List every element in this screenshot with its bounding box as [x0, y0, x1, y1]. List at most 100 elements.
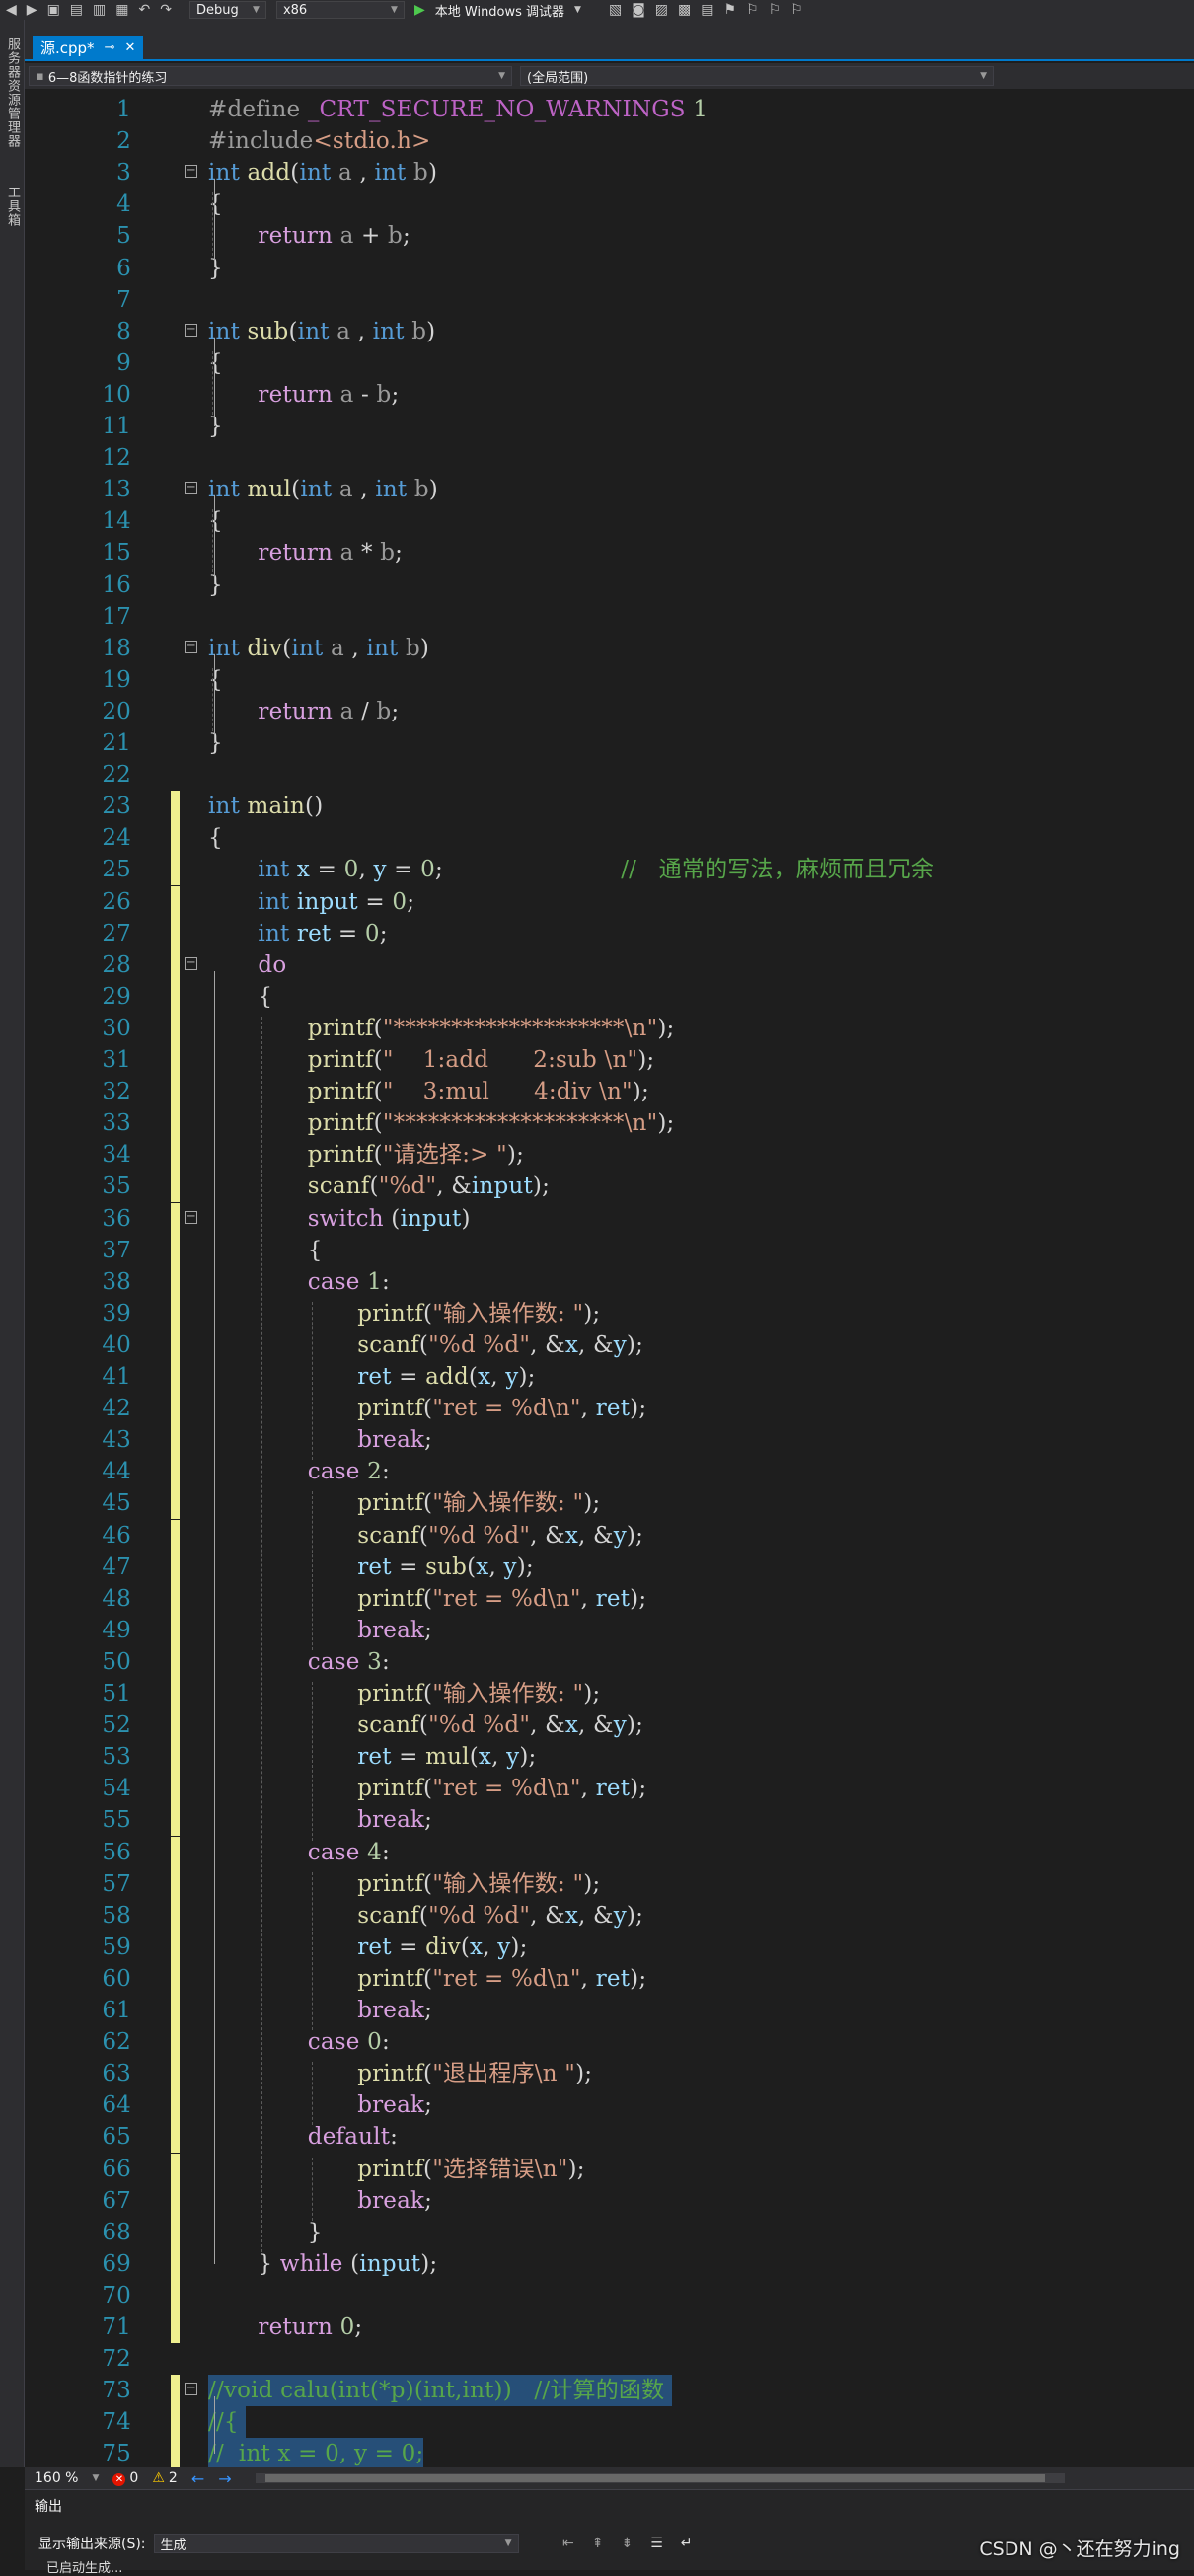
code-line[interactable]: 22 [25, 759, 1194, 791]
find-message-icon[interactable]: ⇤ [562, 2536, 574, 2551]
code-line[interactable]: 23 int main() [25, 791, 1194, 823]
code-line[interactable]: 46 scanf("%d %d", &x, &y); [25, 1519, 1194, 1552]
code-line[interactable]: 63 printf("退出程序\n "); [25, 2058, 1194, 2090]
code-line[interactable]: 11} [25, 411, 1194, 442]
scope-select[interactable]: (全局范围) ▼ [520, 66, 994, 86]
code-line[interactable]: 8− int sub(int a , int b) [25, 316, 1194, 347]
code-line[interactable]: 26 int input = 0; [25, 885, 1194, 918]
code-line[interactable]: 19 { [25, 664, 1194, 696]
code-line[interactable]: 48 printf("ret = %d\n", ret); [25, 1582, 1194, 1615]
code-line[interactable]: 53 ret = mul(x, y); [25, 1741, 1194, 1774]
bookmark-icon[interactable]: ⚑ [724, 1, 737, 19]
code-line[interactable]: 3 − int add(int a , int b) [25, 157, 1194, 189]
code-line[interactable]: 38 case 1: [25, 1265, 1194, 1298]
code-line[interactable]: 57 printf("输入操作数: "); [25, 1867, 1194, 1900]
nav-back-icon[interactable]: ← [191, 2469, 204, 2488]
code-line[interactable]: 54 printf("ret = %d\n", ret); [25, 1773, 1194, 1805]
code-line[interactable]: 16} [25, 569, 1194, 601]
code-line[interactable]: 72 [25, 2343, 1194, 2375]
nav-forward-icon[interactable]: → [218, 2469, 231, 2488]
code-line[interactable]: 24 { [25, 822, 1194, 855]
code-line[interactable]: 18 − int div(int a , int b) [25, 633, 1194, 664]
code-line[interactable]: 17 [25, 601, 1194, 633]
code-line[interactable]: 4{ [25, 189, 1194, 220]
collapse-icon[interactable]: − [185, 481, 197, 495]
scrollbar-thumb[interactable] [264, 2474, 1045, 2482]
start-debug-icon[interactable]: ▶ [414, 1, 425, 19]
code-line[interactable]: 10 return a - b; [25, 379, 1194, 411]
code-line[interactable]: 66 printf("选择错误\n"); [25, 2153, 1194, 2185]
code-line[interactable]: 47 ret = sub(x, y); [25, 1551, 1194, 1583]
code-line[interactable]: 65 default: [25, 2121, 1194, 2154]
next-bookmark-icon[interactable]: ⚐ [769, 1, 782, 19]
undo-icon[interactable]: ↶ [139, 1, 151, 19]
open-file-icon[interactable]: ▤ [70, 1, 83, 19]
code-line[interactable]: 74//{ [25, 2406, 1194, 2439]
code-line[interactable]: 40 scanf("%d %d", &x, &y); [25, 1328, 1194, 1361]
code-line[interactable]: 15 return a * b; [25, 537, 1194, 568]
collapse-icon[interactable]: − [185, 323, 197, 337]
code-line[interactable]: 30 printf("********************\n"); [25, 1012, 1194, 1044]
output-source-select[interactable]: 生成 ▼ [153, 2534, 519, 2553]
code-line[interactable]: 31 printf(" 1:add 2:sub \n"); [25, 1044, 1194, 1076]
code-line[interactable]: 61 break; [25, 1995, 1194, 2026]
comment-icon[interactable]: ▤ [701, 1, 713, 19]
pin-icon[interactable]: ⊸ [105, 40, 115, 55]
code-line[interactable]: 52 scanf("%d %d", &x, &y); [25, 1709, 1194, 1742]
chevron-down-icon[interactable]: ▼ [574, 1, 581, 19]
code-line[interactable]: 42 printf("ret = %d\n", ret); [25, 1393, 1194, 1425]
back-icon[interactable]: ◀ [6, 1, 17, 19]
code-line[interactable]: 13 − int mul(int a , int b) [25, 474, 1194, 505]
tab-source-file[interactable]: 源.cpp* ⊸ ✕ [33, 36, 144, 59]
code-line[interactable]: 58 scanf("%d %d", &x, &y); [25, 1899, 1194, 1932]
new-project-icon[interactable]: ▣ [47, 1, 60, 19]
camera-icon[interactable]: ◙ [632, 1, 645, 19]
code-line[interactable]: 7 [25, 284, 1194, 316]
prev-bookmark-icon[interactable]: ⚐ [746, 1, 759, 19]
code-line[interactable]: 14 { [25, 505, 1194, 537]
next-message-icon[interactable]: ⇟ [621, 2536, 633, 2551]
code-line[interactable]: 2 #include<stdio.h> [25, 125, 1194, 157]
code-line[interactable]: 68} [25, 2216, 1194, 2248]
code-line[interactable]: 51 printf("输入操作数: "); [25, 1678, 1194, 1709]
collapse-icon[interactable]: − [185, 956, 197, 970]
chevron-down-icon[interactable]: ▼ [92, 2473, 99, 2483]
code-line[interactable]: 59 ret = div(x, y); [25, 1931, 1194, 1963]
code-line[interactable]: 73 −//void calu(int(*p)(int,int)) //计算的函数 [25, 2375, 1194, 2407]
server-explorer-tab[interactable]: 服务器资源管理器 [3, 38, 22, 148]
code-line[interactable]: 37 { [25, 1234, 1194, 1266]
code-line[interactable]: 75 // int x = 0, y = 0; [25, 2438, 1194, 2467]
collapse-icon[interactable]: − [185, 164, 197, 179]
code-line[interactable]: 25 int x = 0, y = 0; // 通常的写法，麻烦而且冗余 [25, 854, 1194, 886]
save-all-icon[interactable]: ▦ [115, 1, 128, 19]
code-line[interactable]: 41 ret = add(x, y); [25, 1361, 1194, 1393]
code-line[interactable]: 27 int ret = 0; [25, 917, 1194, 949]
code-line[interactable]: 44 case 2: [25, 1456, 1194, 1488]
code-line[interactable]: 29 { [25, 980, 1194, 1013]
code-line[interactable]: 36 − switch (input) [25, 1202, 1194, 1235]
collapse-icon[interactable]: − [185, 640, 197, 653]
code-editor[interactable]: 1 #define _CRT_SECURE_NO_WARNINGS 1 2 #incl… [25, 89, 1194, 2467]
clear-all-icon[interactable]: ☰ [650, 2536, 663, 2551]
code-line[interactable]: 21} [25, 727, 1194, 759]
code-line[interactable]: 43 break; [25, 1424, 1194, 1457]
configuration-select[interactable]: Debug ▼ [188, 1, 266, 19]
code-line[interactable]: 34 printf("请选择:> "); [25, 1139, 1194, 1172]
layout-icon[interactable]: ▨ [655, 1, 668, 19]
code-line[interactable]: 39 printf("输入操作数: "); [25, 1297, 1194, 1329]
platform-select[interactable]: x86 ▼ [275, 1, 405, 19]
code-line[interactable]: 49 break; [25, 1614, 1194, 1646]
code-line[interactable]: 67 break; [25, 2184, 1194, 2217]
code-line[interactable]: 20 return a / b; [25, 696, 1194, 727]
clear-bookmarks-icon[interactable]: ⚐ [790, 1, 803, 19]
code-line[interactable]: 32 printf(" 3:mul 4:div \n"); [25, 1076, 1194, 1108]
code-line[interactable]: 55 break; [25, 1804, 1194, 1837]
code-line[interactable]: 35 scanf("%d", &input); [25, 1171, 1194, 1203]
zoom-level[interactable]: 160 % [35, 2470, 78, 2486]
code-line[interactable]: 56 case 4: [25, 1836, 1194, 1868]
horizontal-scrollbar[interactable] [255, 2473, 1065, 2483]
code-line[interactable]: 28 − do [25, 948, 1194, 981]
forward-icon[interactable]: ▶ [27, 1, 37, 19]
code-line[interactable]: 33 printf("********************\n"); [25, 1107, 1194, 1140]
project-select[interactable]: ▪ 6—8函数指针的练习 ▼ [29, 66, 512, 86]
